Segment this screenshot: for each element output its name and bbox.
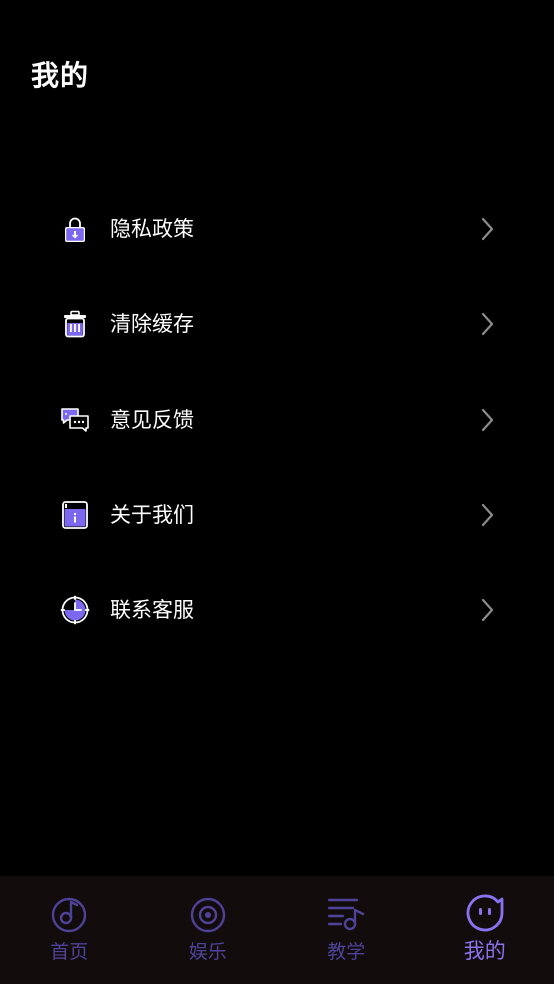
- info-card-icon: [62, 500, 88, 529]
- tab-mine[interactable]: 我的: [416, 876, 554, 984]
- page-title: 我的: [31, 59, 90, 92]
- tab-label: 教学: [327, 941, 366, 963]
- face-icon: [466, 894, 504, 932]
- record-disc-icon: [190, 897, 225, 933]
- chevron-right-icon: [481, 408, 494, 431]
- menu-item-feedback[interactable]: 意见反馈: [0, 372, 554, 467]
- customer-service-clock-icon: [60, 595, 90, 625]
- music-note-icon: [52, 897, 87, 933]
- menu-item-contact-service[interactable]: 联系客服: [0, 562, 554, 657]
- menu-item-label: 关于我们: [110, 502, 194, 527]
- tab-teaching[interactable]: 教学: [277, 876, 416, 984]
- menu-item-privacy-policy[interactable]: 隐私政策: [0, 181, 554, 276]
- menu-item-label: 联系客服: [110, 598, 194, 623]
- menu-item-label: 清除缓存: [110, 312, 194, 337]
- chat-bubbles-icon: [61, 407, 89, 432]
- lock-icon: [65, 217, 85, 242]
- tab-label: 首页: [50, 941, 89, 963]
- trash-icon: [64, 310, 86, 338]
- chevron-right-icon: [481, 599, 494, 622]
- menu-item-about-us[interactable]: 关于我们: [0, 467, 554, 562]
- chevron-right-icon: [481, 503, 494, 526]
- playlist-icon: [328, 898, 365, 931]
- tab-home[interactable]: 首页: [0, 876, 139, 984]
- tab-entertainment[interactable]: 娱乐: [139, 876, 278, 984]
- menu-item-label: 意见反馈: [110, 407, 194, 432]
- chevron-right-icon: [481, 313, 494, 336]
- chevron-right-icon: [481, 217, 494, 241]
- tab-label: 我的: [463, 939, 506, 963]
- settings-menu: 隐私政策 清除缓存 意见反馈 关于我们 联系客服: [0, 181, 554, 657]
- bottom-tab-bar: 首页 娱乐 教学 我的: [0, 876, 554, 984]
- menu-item-clear-cache[interactable]: 清除缓存: [0, 276, 554, 371]
- tab-label: 娱乐: [188, 941, 227, 963]
- menu-item-label: 隐私政策: [110, 217, 194, 241]
